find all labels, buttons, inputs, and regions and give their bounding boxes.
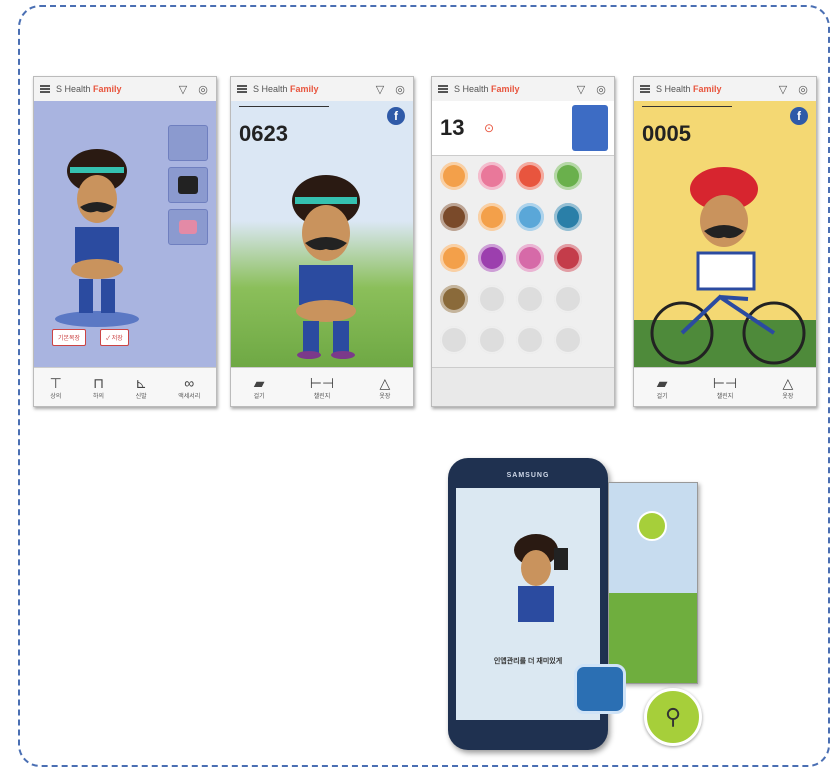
badge-item[interactable] bbox=[554, 244, 582, 272]
menu-icon[interactable] bbox=[40, 85, 50, 93]
nav-challenge[interactable]: ⊢⊣ 챌린지 bbox=[310, 375, 334, 400]
trophy-icon[interactable]: ▽ bbox=[776, 82, 790, 96]
pants-icon: ⊓ bbox=[93, 374, 105, 391]
walker-icon bbox=[637, 511, 667, 541]
trophy-icon[interactable]: ▽ bbox=[373, 82, 387, 96]
phone-bike: S Health Family ▽ ◎ 0005 f ▰ 걸기 ⊢⊣ 챌린지 △ 옷장 bbox=[633, 76, 817, 407]
badges-screen: 13 ⊙ bbox=[432, 101, 614, 368]
nav-walk[interactable]: ▰ 걸기 bbox=[254, 375, 265, 400]
badge-locked bbox=[516, 326, 544, 354]
phone-badges: S Health Family ▽ ◎ 13 ⊙ bbox=[431, 76, 615, 407]
badge-count: 13 bbox=[440, 115, 465, 140]
facebook-icon[interactable]: f bbox=[790, 107, 808, 125]
avatar-thumb bbox=[572, 105, 608, 151]
nav-wardrobe[interactable]: △ 옷장 bbox=[379, 375, 390, 400]
badge-item[interactable] bbox=[440, 203, 468, 231]
badge-item[interactable] bbox=[440, 244, 468, 272]
date-selector[interactable] bbox=[642, 106, 732, 107]
shoe-icon: ⊾ bbox=[135, 374, 148, 391]
nav-walk[interactable]: ▰ 걸기 bbox=[657, 375, 668, 400]
badge-grid bbox=[432, 156, 614, 365]
badge-locked bbox=[516, 285, 544, 313]
date-selector[interactable] bbox=[239, 106, 329, 107]
trophy-icon[interactable]: ▽ bbox=[574, 82, 588, 96]
glasses-icon: ∞ bbox=[184, 374, 195, 391]
dumbbell-icon: ⊢⊣ bbox=[712, 374, 738, 391]
badge-locked bbox=[554, 326, 582, 354]
badge-locked bbox=[478, 285, 506, 313]
menu-icon[interactable] bbox=[237, 85, 247, 93]
samsung-brand: SAMSUNG bbox=[506, 472, 550, 479]
facebook-icon[interactable]: f bbox=[387, 107, 405, 125]
dumbbell-icon: ⊢⊣ bbox=[309, 374, 335, 391]
phone-park: S Health Family ▽ ◎ 0623 f ▰ 걸기 ⊢⊣ 챌린지 △ 옷장 bbox=[230, 76, 414, 407]
step-counter: 0005 bbox=[642, 121, 691, 146]
badge-locked bbox=[478, 326, 506, 354]
badge-item[interactable] bbox=[516, 203, 544, 231]
app-icon bbox=[574, 664, 626, 714]
cyclist-character bbox=[650, 167, 806, 365]
hanger-icon: △ bbox=[379, 374, 391, 391]
menu-icon[interactable] bbox=[640, 85, 650, 93]
bottom-nav: ⊤ 상의 ⊓ 하의 ⊾ 신발 ∞ 액세서리 bbox=[34, 367, 216, 406]
camera-icon[interactable]: ◎ bbox=[594, 82, 608, 96]
nav-bottom[interactable]: ⊓ 하의 bbox=[93, 375, 104, 400]
app-brand: S Health Family bbox=[656, 84, 722, 94]
nav-top[interactable]: ⊤ 상의 bbox=[50, 375, 62, 400]
shoe-icon: ▰ bbox=[253, 374, 265, 391]
nav-wardrobe[interactable]: △ 옷장 bbox=[782, 375, 793, 400]
bottom-nav bbox=[432, 367, 614, 406]
hanger-icon: △ bbox=[782, 374, 794, 391]
badge-item[interactable] bbox=[554, 203, 582, 231]
shoe-icon: ▰ bbox=[656, 374, 668, 391]
camera-icon[interactable]: ◎ bbox=[196, 82, 210, 96]
menu-icon[interactable] bbox=[438, 85, 448, 93]
pedometer-icon: ⚲ bbox=[644, 688, 702, 746]
avatar-character bbox=[55, 149, 139, 327]
park-screen: 0623 f bbox=[231, 101, 413, 368]
badge-header: 13 ⊙ bbox=[432, 101, 614, 156]
avatar-character bbox=[292, 175, 360, 359]
outfit-option-1[interactable] bbox=[168, 125, 208, 161]
alarm-icon: ⊙ bbox=[484, 121, 495, 135]
bottom-nav: ▰ 걸기 ⊢⊣ 챌린지 △ 옷장 bbox=[634, 367, 816, 406]
badge-locked bbox=[554, 285, 582, 313]
camera-icon[interactable]: ◎ bbox=[796, 82, 810, 96]
badge-item[interactable] bbox=[478, 244, 506, 272]
phone-customize: S Health Family ▽ ◎ 기본복장 ✓ 저장 ⊤ 상의 ⊓ 하의 ⊾ 신… bbox=[33, 76, 217, 407]
nav-challenge[interactable]: ⊢⊣ 챌린지 bbox=[713, 375, 737, 400]
badge-item[interactable] bbox=[440, 285, 468, 313]
nav-shoes[interactable]: ⊾ 신발 bbox=[135, 375, 147, 400]
bottom-nav: ▰ 걸기 ⊢⊣ 챌린지 △ 옷장 bbox=[231, 367, 413, 406]
second-screen bbox=[608, 482, 698, 684]
avatar-character bbox=[514, 534, 568, 622]
bike-screen: 0005 f bbox=[634, 101, 816, 368]
badge-locked bbox=[440, 326, 468, 354]
badge-item[interactable] bbox=[478, 162, 506, 190]
badge-item[interactable] bbox=[440, 162, 468, 190]
app-topbar: S Health Family ▽ ◎ bbox=[34, 77, 216, 102]
app-topbar: S Health Family ▽ ◎ bbox=[634, 77, 816, 102]
app-brand: S Health Family bbox=[253, 84, 319, 94]
trophy-icon[interactable]: ▽ bbox=[176, 82, 190, 96]
customize-screen: 기본복장 ✓ 저장 bbox=[34, 101, 216, 368]
outfit-option-2[interactable] bbox=[168, 167, 208, 203]
save-button[interactable]: ✓ 저장 bbox=[100, 329, 129, 346]
camera-icon[interactable]: ◎ bbox=[393, 82, 407, 96]
default-outfit-button[interactable]: 기본복장 bbox=[52, 329, 87, 346]
app-brand: S Health Family bbox=[454, 84, 520, 94]
badge-item[interactable] bbox=[478, 203, 506, 231]
step-counter: 0623 bbox=[239, 121, 288, 146]
app-topbar: S Health Family ▽ ◎ bbox=[231, 77, 413, 102]
shirt-icon: ⊤ bbox=[49, 374, 62, 391]
nav-accessory[interactable]: ∞ 액세서리 bbox=[178, 375, 200, 400]
outfit-option-3[interactable] bbox=[168, 209, 208, 245]
app-topbar: S Health Family ▽ ◎ bbox=[432, 77, 614, 102]
app-brand: S Health Family bbox=[56, 84, 122, 94]
badge-item[interactable] bbox=[554, 162, 582, 190]
badge-item[interactable] bbox=[516, 162, 544, 190]
badge-item[interactable] bbox=[516, 244, 544, 272]
